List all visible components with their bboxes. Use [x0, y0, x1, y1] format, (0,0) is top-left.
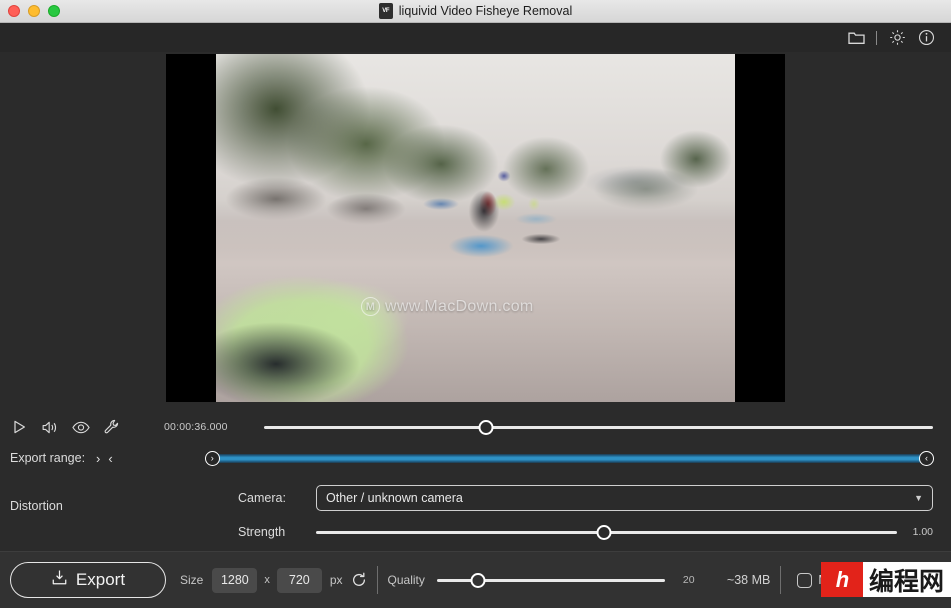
app-icon: VF — [378, 3, 393, 19]
range-set-out-icon[interactable]: ‹ — [108, 452, 112, 465]
camera-row: Camera: Other / unknown camera ▼ — [238, 485, 933, 511]
play-icon[interactable] — [10, 418, 28, 436]
video-stage: M www.MacDown.com — [0, 52, 951, 411]
tools-wrench-icon[interactable] — [103, 418, 121, 436]
title-center: VF liquivid Video Fisheye Removal — [0, 0, 951, 22]
size-separator: x — [264, 574, 270, 586]
quality-slider[interactable] — [436, 570, 665, 590]
export-range-row: Export range: › ‹ › ‹ — [0, 443, 951, 473]
distortion-title: Distortion — [10, 499, 63, 513]
app-window: VF liquivid Video Fisheye Removal M www.… — [0, 0, 951, 608]
strength-row: Strength 1.00 — [238, 519, 933, 545]
settings-gear-icon[interactable] — [888, 29, 906, 47]
strength-value: 1.00 — [912, 526, 933, 538]
site-watermark-text: 编程网 — [868, 566, 944, 596]
filesize-estimate: ~38 MB — [726, 573, 771, 587]
export-range-bar — [205, 453, 933, 463]
camera-label: Camera: — [238, 491, 286, 505]
timeline-track — [264, 425, 933, 429]
distortion-rows: Camera: Other / unknown camera ▼ Strengt… — [238, 485, 933, 545]
format-divider — [780, 566, 782, 594]
strength-slider[interactable] — [316, 522, 897, 542]
timeline-slider[interactable] — [264, 417, 933, 437]
format-checkbox[interactable] — [797, 572, 813, 588]
title-bar: VF liquivid Video Fisheye Removal — [0, 0, 951, 23]
export-download-icon — [51, 569, 68, 591]
timecode-display: 00:00:36.000 — [164, 421, 228, 433]
chevron-down-icon: ▼ — [914, 493, 923, 503]
export-range-slider[interactable]: › ‹ — [204, 448, 934, 468]
site-watermark: h 编程网 — [820, 562, 951, 597]
transport-controls: 00:00:36.000 — [0, 411, 951, 443]
range-start-handle[interactable]: › — [204, 450, 220, 466]
range-end-handle[interactable]: ‹ — [919, 450, 934, 466]
px-label: px — [329, 573, 343, 587]
volume-icon[interactable] — [41, 418, 59, 436]
height-input[interactable] — [276, 567, 322, 593]
reset-size-icon[interactable] — [351, 572, 367, 588]
size-label: Size — [180, 573, 204, 587]
strength-thumb[interactable] — [596, 524, 612, 540]
video-frame[interactable]: M www.MacDown.com — [166, 54, 785, 402]
video-preview-image — [216, 54, 735, 402]
width-input[interactable] — [212, 567, 258, 593]
open-folder-icon[interactable] — [847, 29, 865, 47]
info-icon[interactable] — [917, 29, 935, 47]
camera-select-value: Other / unknown camera — [326, 491, 463, 505]
quality-thumb[interactable] — [470, 572, 486, 588]
site-watermark-mark: h — [820, 562, 863, 597]
timeline-thumb[interactable] — [478, 419, 494, 435]
strength-label: Strength — [238, 525, 286, 539]
export-bar: Export Size x px Quality 20 ~38 MB M h 编… — [0, 551, 951, 608]
export-range-label: Export range: — [10, 451, 86, 465]
distortion-section: Distortion Camera: Other / unknown camer… — [0, 473, 951, 551]
preview-eye-icon[interactable] — [72, 418, 90, 436]
toolbar — [0, 23, 951, 52]
export-bar-divider — [376, 566, 378, 594]
quality-value: 20 — [682, 574, 695, 586]
quality-label: Quality — [387, 573, 425, 587]
toolbar-divider — [876, 30, 877, 45]
window-title: liquivid Video Fisheye Removal — [398, 4, 573, 18]
playback-icon-group — [10, 418, 121, 436]
export-button-label: Export — [75, 570, 126, 589]
camera-select[interactable]: Other / unknown camera ▼ — [316, 485, 933, 511]
export-range-arrows: › ‹ — [96, 452, 113, 465]
range-set-in-icon[interactable]: › — [96, 452, 100, 465]
export-button[interactable]: Export — [10, 562, 166, 598]
